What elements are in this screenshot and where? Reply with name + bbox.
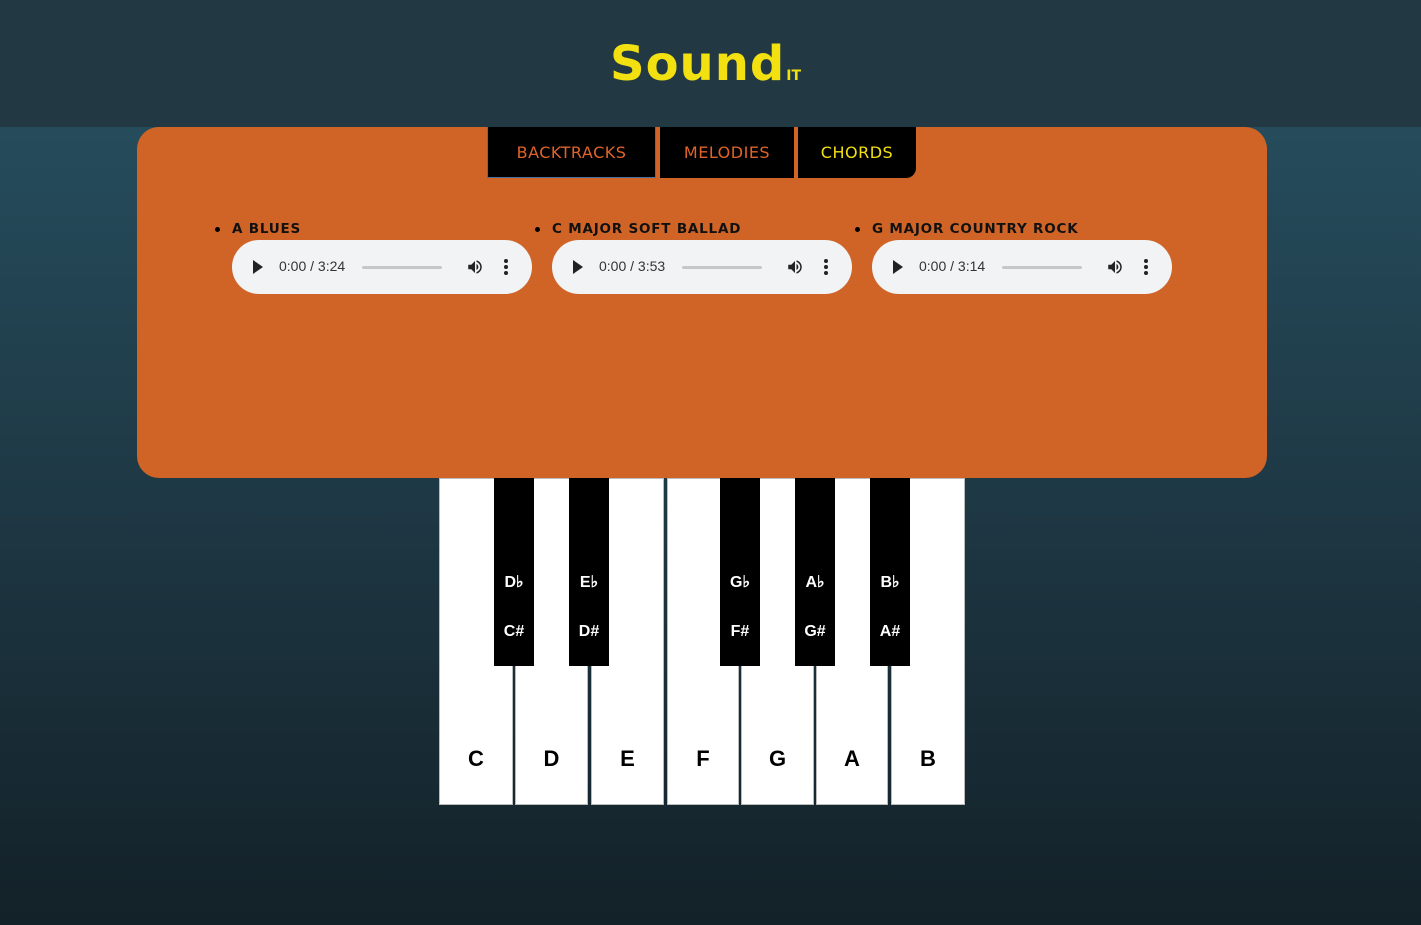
audio-player[interactable]: 0:00 / 3:53 [552, 240, 852, 294]
more-vert-icon[interactable] [822, 258, 830, 276]
volume-icon[interactable] [786, 257, 804, 277]
key-label-flat: B♭ [880, 574, 900, 591]
time-display: 0:00 / 3:24 [279, 258, 346, 274]
time-display: 0:00 / 3:53 [599, 258, 666, 274]
piano-keyboard: C D E F G A B D♭ C# E♭ D# G♭ F# A♭ G# B♭… [439, 478, 965, 806]
track-item: C MAJOR SOFT BALLAD 0:00 / 3:53 [535, 218, 852, 294]
key-label: G [768, 746, 787, 771]
tab-melodies[interactable]: MELODIES [660, 127, 794, 178]
logo-main: Sound [610, 36, 786, 92]
tab-bar: BACKTRACKS MELODIES CHORDS [487, 127, 916, 179]
time-display: 0:00 / 3:14 [919, 258, 986, 274]
key-label-flat: A♭ [805, 574, 825, 591]
key-label: E [620, 746, 635, 771]
more-vert-icon[interactable] [502, 258, 510, 276]
key-label: C [468, 746, 484, 771]
logo[interactable]: SoundIT [610, 36, 801, 92]
black-key-c-sharp[interactable]: D♭ C# [494, 478, 534, 666]
track-title: C MAJOR SOFT BALLAD [552, 221, 742, 237]
seek-bar[interactable] [362, 266, 442, 269]
black-key-a-sharp[interactable]: B♭ A# [870, 478, 910, 666]
track-item: G MAJOR COUNTRY ROCK 0:00 / 3:14 [855, 218, 1172, 294]
tab-melodies-label: MELODIES [683, 143, 771, 162]
key-label: A [844, 746, 860, 771]
key-label: F [696, 746, 710, 771]
key-label: B [920, 746, 936, 771]
logo-sub: IT [786, 68, 802, 84]
key-label: D [543, 746, 560, 771]
key-label-sharp: A# [879, 623, 901, 640]
key-label-sharp: F# [730, 623, 750, 640]
play-icon[interactable] [893, 260, 903, 274]
volume-icon[interactable] [466, 257, 484, 277]
track-title: A BLUES [232, 221, 302, 237]
tab-backtracks-label: BACKTRACKS [516, 142, 627, 162]
content-panel [137, 127, 1267, 478]
audio-player[interactable]: 0:00 / 3:24 [232, 240, 532, 294]
black-key-d-sharp[interactable]: E♭ D# [569, 478, 609, 666]
key-label-flat: G♭ [730, 574, 750, 591]
track-title: G MAJOR COUNTRY ROCK [872, 221, 1079, 237]
key-label-flat: E♭ [579, 574, 599, 591]
play-icon[interactable] [253, 260, 263, 274]
tab-backtracks[interactable]: BACKTRACKS [487, 127, 656, 178]
seek-bar[interactable] [1002, 266, 1082, 269]
header-bar: SoundIT [0, 0, 1421, 127]
black-key-f-sharp[interactable]: G♭ F# [720, 478, 760, 666]
key-label-sharp: D# [578, 623, 600, 640]
key-label-sharp: C# [503, 623, 525, 640]
tab-chords-label: CHORDS [820, 143, 894, 162]
key-label-sharp: G# [804, 623, 826, 640]
list-bullet [215, 227, 220, 232]
key-label-flat: D♭ [504, 574, 524, 591]
play-icon[interactable] [573, 260, 583, 274]
more-vert-icon[interactable] [1142, 258, 1150, 276]
list-bullet [855, 227, 860, 232]
tab-chords[interactable]: CHORDS [798, 127, 916, 178]
list-bullet [535, 227, 540, 232]
black-key-g-sharp[interactable]: A♭ G# [795, 478, 835, 666]
volume-icon[interactable] [1106, 257, 1124, 277]
audio-player[interactable]: 0:00 / 3:14 [872, 240, 1172, 294]
track-item: A BLUES 0:00 / 3:24 [215, 218, 532, 294]
seek-bar[interactable] [682, 266, 762, 269]
